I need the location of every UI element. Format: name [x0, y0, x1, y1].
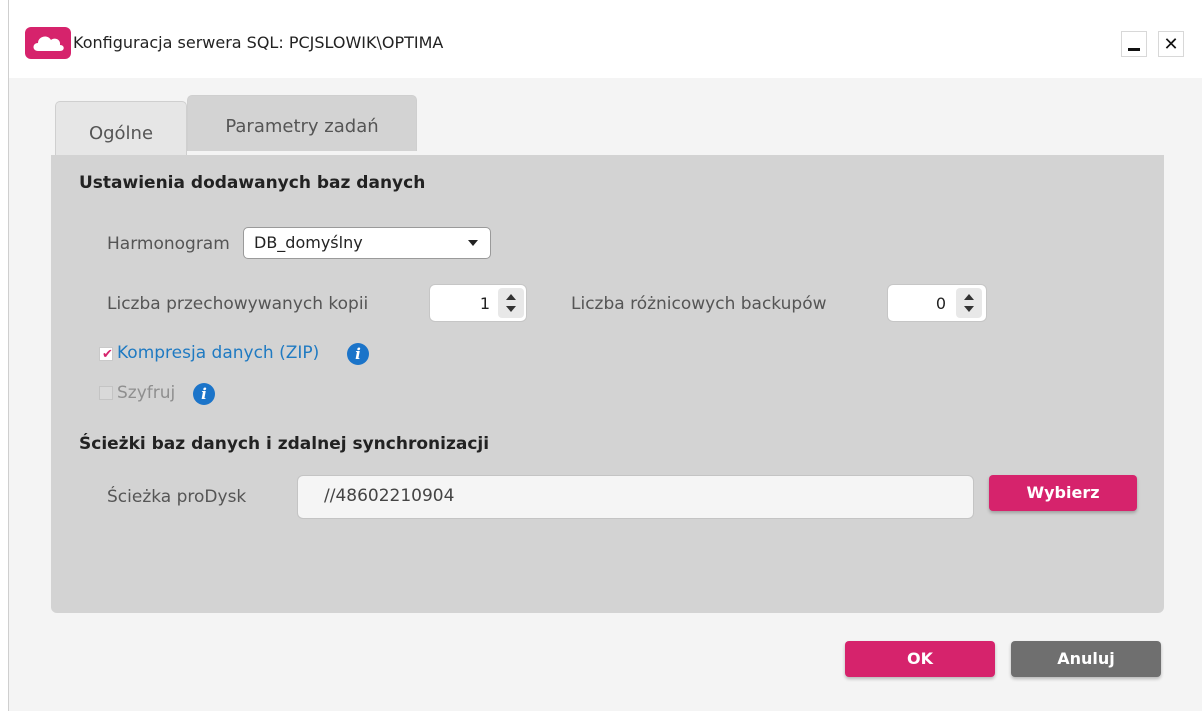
tab-panel-parametry: Ustawienia dodawanych baz danych Harmono… — [51, 155, 1164, 613]
encrypt-label: Szyfruj — [117, 383, 176, 403]
diff-backups-value: 0 — [935, 294, 946, 313]
cancel-button[interactable]: Anuluj — [1011, 641, 1161, 677]
arrow-up-icon — [964, 294, 974, 300]
ok-button[interactable]: OK — [845, 641, 995, 677]
copies-spin-buttons[interactable] — [498, 288, 524, 318]
close-button[interactable]: ✕ — [1158, 31, 1184, 57]
section-title-new-db: Ustawienia dodawanych baz danych — [79, 173, 426, 193]
schedule-value: DB_domyślny — [254, 233, 363, 252]
config-dialog: Konfiguracja serwera SQL: PCJSLOWIK\OPTI… — [8, 0, 1202, 711]
cloud-icon — [25, 27, 71, 59]
prodysk-path-label: Ścieżka proDysk — [107, 487, 247, 507]
prodysk-path-field[interactable]: //48602210904 — [297, 475, 974, 519]
arrow-down-icon — [506, 306, 516, 312]
info-icon[interactable]: i — [193, 383, 215, 405]
section-title-paths: Ścieżki baz danych i zdalnej synchroniza… — [79, 434, 490, 454]
copies-stepper[interactable]: 1 — [429, 284, 527, 322]
compress-label[interactable]: Kompresja danych (ZIP) — [117, 343, 319, 363]
schedule-label: Harmonogram — [107, 234, 230, 254]
minimize-button[interactable] — [1121, 31, 1147, 57]
title-bar: Konfiguracja serwera SQL: PCJSLOWIK\OPTI… — [9, 0, 1202, 78]
window-title: Konfiguracja serwera SQL: PCJSLOWIK\OPTI… — [73, 33, 444, 52]
diff-backups-stepper[interactable]: 0 — [887, 284, 987, 322]
check-icon: ✔ — [102, 347, 113, 362]
copies-label: Liczba przechowywanych kopii — [107, 294, 369, 314]
encrypt-checkbox — [99, 386, 113, 400]
arrow-down-icon — [964, 306, 974, 312]
minimize-icon — [1128, 47, 1140, 51]
schedule-select[interactable]: DB_domyślny — [243, 227, 491, 259]
tab-parametry-zadan[interactable]: Parametry zadań — [187, 95, 417, 151]
diff-spin-buttons[interactable] — [956, 288, 982, 318]
tab-ogolne[interactable]: Ogólne — [55, 101, 187, 157]
choose-button[interactable]: Wybierz — [989, 475, 1137, 511]
close-icon: ✕ — [1163, 33, 1179, 55]
arrow-up-icon — [506, 294, 516, 300]
diff-backups-label: Liczba różnicowych backupów — [571, 294, 827, 314]
compress-checkbox[interactable]: ✔ — [99, 347, 113, 362]
copies-value: 1 — [479, 294, 490, 313]
chevron-down-icon — [468, 240, 478, 246]
info-icon[interactable]: i — [347, 343, 369, 365]
